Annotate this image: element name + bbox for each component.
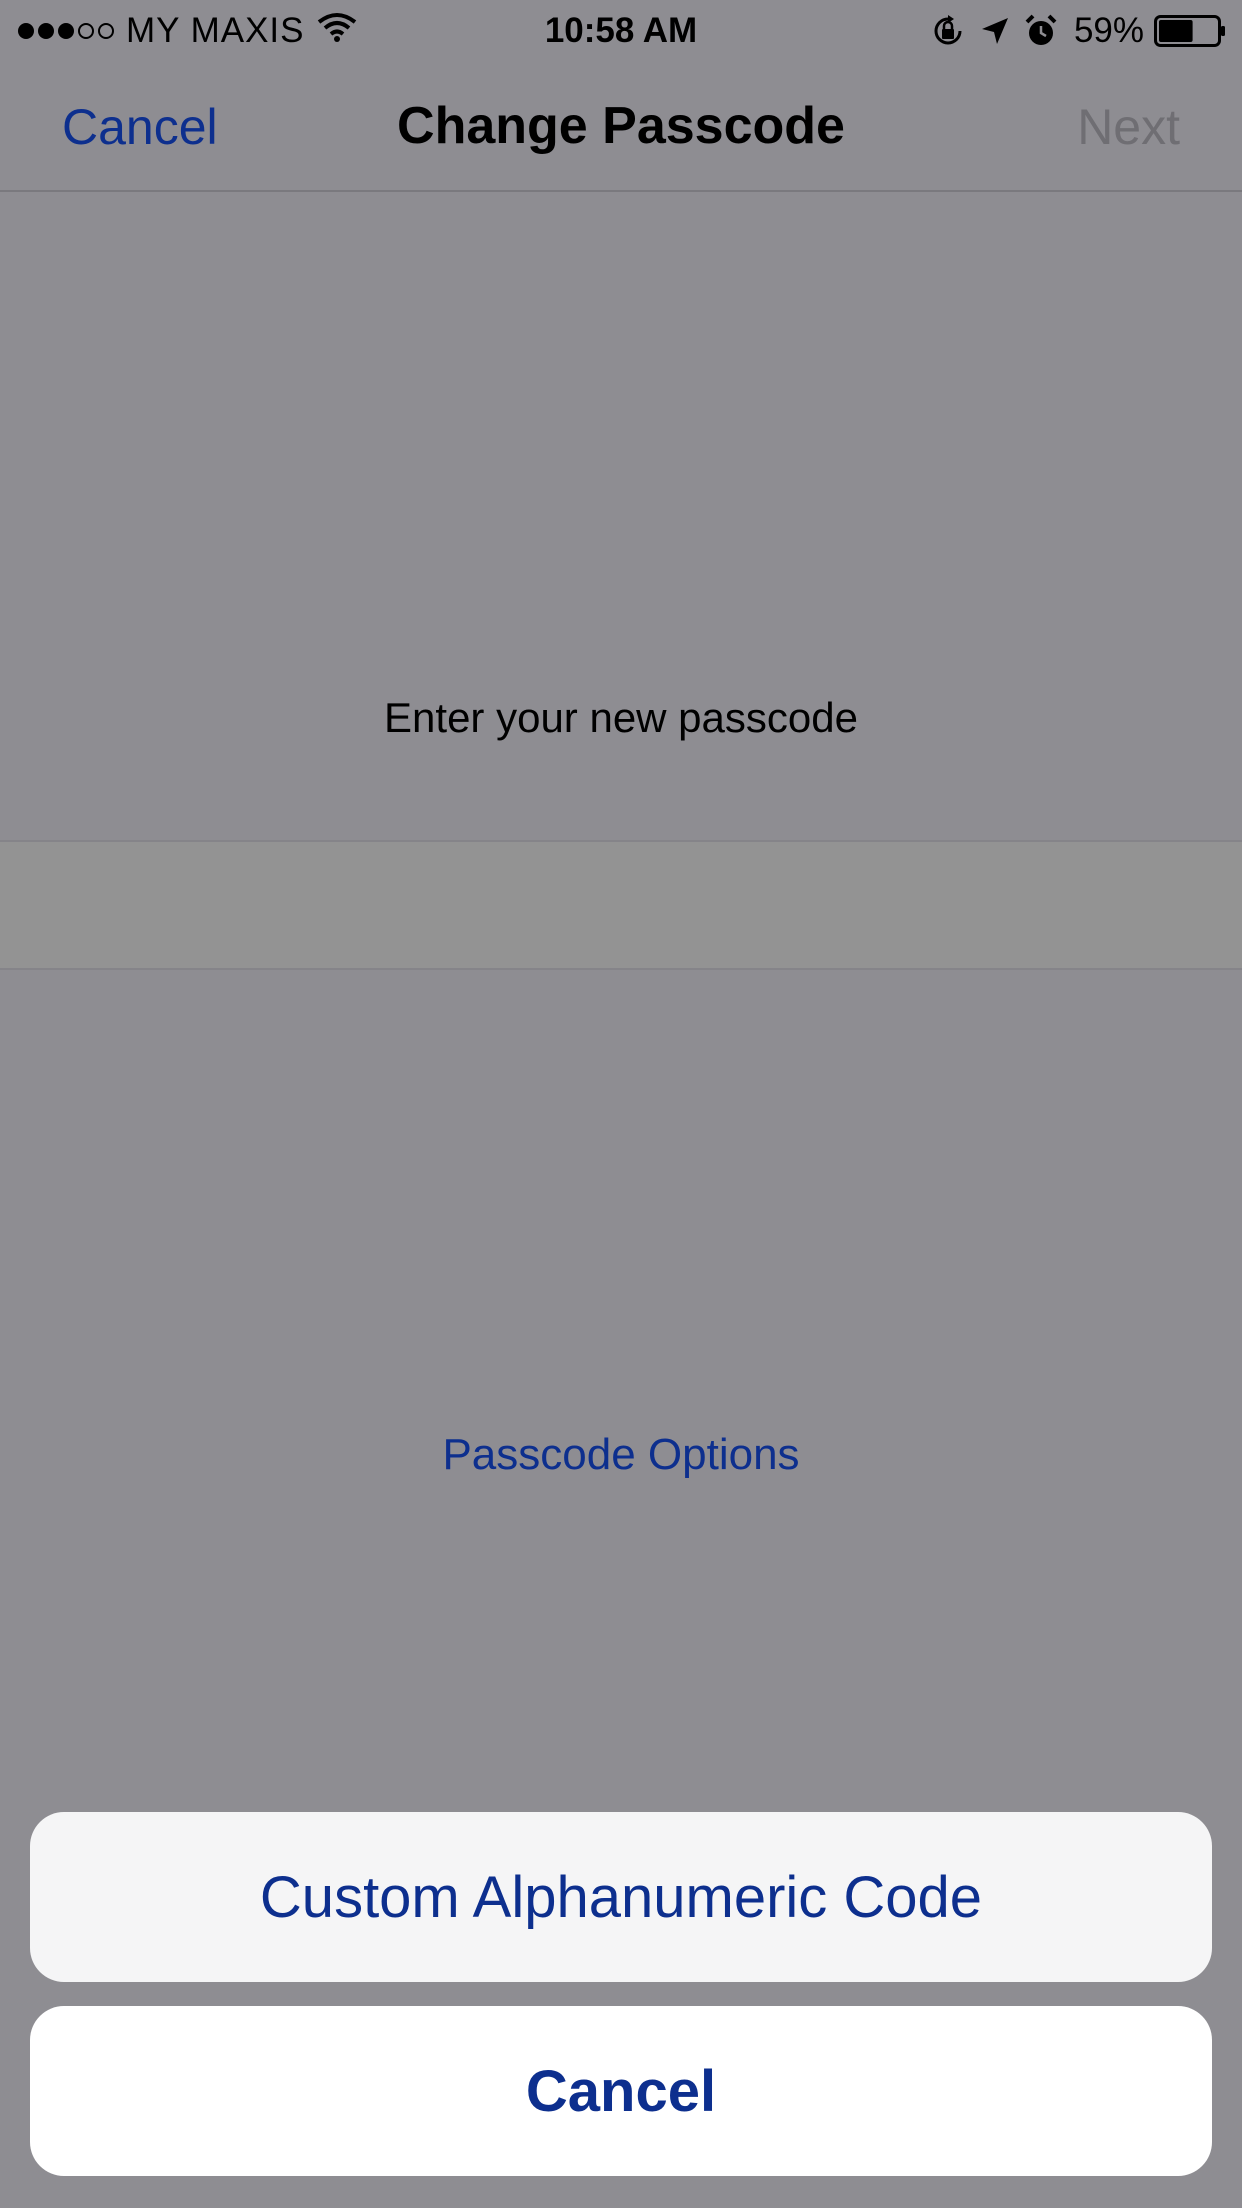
action-sheet-cancel-label: Cancel: [525, 2058, 717, 2124]
passcode-options-link[interactable]: Passcode Options: [0, 1430, 1242, 1480]
page-title: Change Passcode: [397, 97, 845, 155]
passcode-prompt: Enter your new passcode: [384, 694, 858, 741]
orientation-lock-icon: [930, 13, 966, 49]
action-sheet-cancel-button[interactable]: Cancel: [30, 2006, 1212, 2176]
next-button[interactable]: Next: [1077, 98, 1180, 156]
battery-icon: [1154, 15, 1226, 47]
alarm-icon: [1024, 14, 1058, 48]
status-right: 59%: [916, 10, 1226, 52]
navigation-bar: Cancel Change Passcode Next: [0, 62, 1242, 192]
custom-alphanumeric-code-button[interactable]: Custom Alphanumeric Code: [30, 1812, 1212, 1982]
screen: MY MAXIS 10:58 AM 59% Cancel Change Pass…: [0, 0, 1242, 2208]
custom-alphanumeric-code-label: Custom Alphanumeric Code: [259, 1864, 983, 1930]
passcode-entry-field[interactable]: [0, 840, 1242, 970]
status-bar: MY MAXIS 10:58 AM 59%: [0, 0, 1242, 62]
battery-percent: 59%: [1073, 11, 1144, 50]
location-arrow-icon: [980, 16, 1010, 46]
